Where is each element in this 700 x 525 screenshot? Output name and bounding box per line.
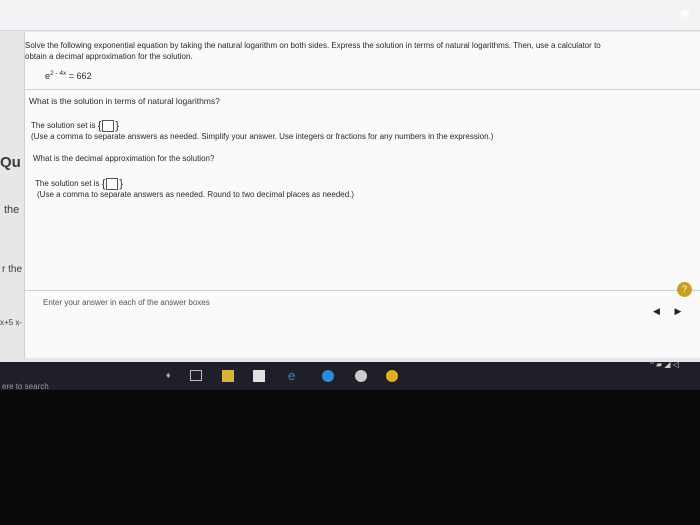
- edge-icon[interactable]: e: [288, 369, 300, 382]
- top-bar: ✱: [0, 0, 700, 31]
- next-arrow-icon[interactable]: ▶: [674, 306, 681, 316]
- browser-screen: ✱ Qu the r the x+5 x- Solve the followin…: [0, 0, 700, 362]
- left-edge-text: the: [4, 204, 20, 216]
- part1-answer-line: The solution set is {}: [31, 120, 119, 132]
- left-edge-text: Qu: [0, 154, 21, 171]
- part2-answer-line: The solution set is {}: [35, 178, 123, 190]
- answer-prefix: The solution set is: [35, 179, 100, 189]
- brace-close: }: [119, 178, 124, 190]
- store-icon[interactable]: [253, 370, 265, 382]
- system-tray[interactable]: ^ ▰ ◢ ◁: [650, 360, 679, 369]
- equation-rhs: = 662: [68, 71, 92, 81]
- part1-question: What is the solution in terms of natural…: [29, 96, 220, 106]
- instruction-line-2: obtain a decimal approximation for the s…: [25, 52, 193, 61]
- help-button[interactable]: ?: [677, 282, 692, 297]
- brace-close: }: [115, 120, 120, 132]
- prev-arrow-icon[interactable]: ◀: [653, 306, 660, 316]
- file-explorer-icon[interactable]: [222, 370, 234, 382]
- footer-hint: Enter your answer in each of the answer …: [43, 298, 210, 307]
- divider: [25, 290, 700, 291]
- brace-open: {: [97, 120, 102, 132]
- answer-box-ln[interactable]: [102, 120, 115, 132]
- task-view-icon[interactable]: [190, 370, 202, 381]
- answer-prefix: The solution set is: [31, 121, 96, 131]
- equation: e2 - 4x = 662: [45, 70, 92, 81]
- question-panel: Solve the following exponential equation…: [24, 32, 700, 358]
- laptop-bezel: [0, 390, 700, 525]
- app-icon[interactable]: [322, 370, 334, 382]
- part2-note: (Use a comma to separate answers as need…: [37, 190, 355, 199]
- instruction-line-1: Solve the following exponential equation…: [25, 41, 601, 50]
- left-edge-text: x+5 x-: [0, 318, 23, 327]
- gear-icon[interactable]: ✱: [678, 7, 692, 21]
- part1-note: (Use a comma to separate answers as need…: [31, 132, 494, 141]
- taskbar: ere to search ♦ e ^ ▰ ◢ ◁: [0, 360, 700, 391]
- answer-box-decimal[interactable]: [106, 178, 119, 190]
- app-icon[interactable]: [355, 370, 367, 382]
- part2-question: What is the decimal approximation for th…: [33, 154, 215, 163]
- microphone-icon[interactable]: ♦: [166, 370, 178, 382]
- left-edge-text: r the: [2, 264, 23, 275]
- question-nav: ◀ ▶: [653, 306, 681, 317]
- brace-open: {: [101, 178, 106, 190]
- equation-exponent: 2 - 4x: [50, 70, 67, 77]
- chrome-icon[interactable]: [386, 370, 398, 382]
- divider: [25, 89, 700, 90]
